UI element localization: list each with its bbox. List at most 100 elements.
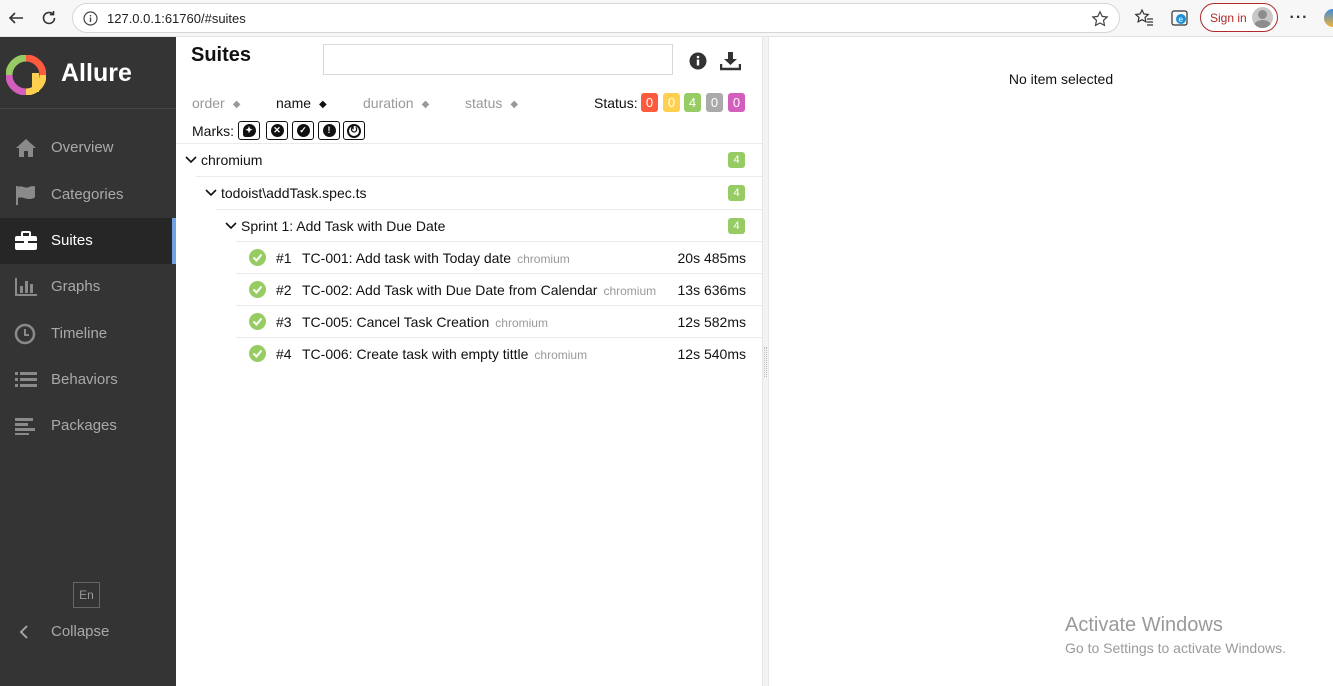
- sidebar-item-packages[interactable]: Packages: [0, 403, 176, 449]
- brand-name: Allure: [61, 59, 132, 87]
- mark-new-failed-button[interactable]: ✕: [266, 121, 288, 140]
- flag-icon: [16, 186, 35, 205]
- status-filter-skipped[interactable]: 0: [706, 93, 723, 112]
- list-icon: [15, 372, 37, 387]
- passed-status-icon: [249, 313, 266, 330]
- times-circle-icon: ✕: [270, 124, 284, 137]
- test-number: #4: [276, 346, 292, 362]
- sidebar-item-label: Graphs: [51, 278, 101, 295]
- tree-group-name: todoist\addTask.spec.ts: [221, 185, 367, 201]
- allure-logo-icon: [6, 55, 46, 95]
- sort-by-duration[interactable]: duration ◆: [363, 95, 429, 111]
- edge-collections-icon[interactable]: e: [1170, 8, 1190, 28]
- test-row[interactable]: #1 TC-001: Add task with Today date chrom…: [236, 241, 762, 273]
- sign-in-label: Sign in: [1210, 11, 1247, 25]
- test-duration: 12s 582ms: [677, 314, 746, 330]
- watermark-title: Activate Windows: [1065, 614, 1223, 636]
- language-switcher[interactable]: En: [73, 582, 100, 608]
- test-number: #1: [276, 250, 292, 266]
- search-input[interactable]: [323, 44, 673, 75]
- clock-icon: [14, 323, 36, 345]
- bar-chart-icon: [15, 278, 37, 296]
- pane-resize-handle[interactable]: [762, 37, 769, 686]
- sidebar-item-label: Packages: [51, 417, 117, 434]
- test-duration: 20s 485ms: [677, 250, 746, 266]
- sort-caret-icon: ◆: [510, 99, 519, 110]
- test-name: TC-005: Cancel Task Creation chromium: [302, 314, 548, 330]
- sort-caret-icon: ◆: [319, 99, 327, 110]
- svg-text:e: e: [1179, 15, 1184, 24]
- sort-by-status[interactable]: status ◆: [465, 95, 518, 111]
- test-tag: chromium: [534, 348, 588, 362]
- sidebar-item-categories[interactable]: Categories: [0, 172, 176, 218]
- test-row[interactable]: #4 TC-006: Create task with empty tittle…: [236, 337, 762, 369]
- sidebar-item-label: Behaviors: [51, 371, 118, 388]
- address-bar[interactable]: 127.0.0.1:61760/#suites: [72, 3, 1120, 33]
- test-row[interactable]: #2 TC-002: Add Task with Due Date from C…: [236, 273, 762, 305]
- sort-caret-icon: ◆: [421, 99, 430, 110]
- more-menu-icon[interactable]: ···: [1287, 6, 1311, 30]
- sidebar: Allure Overview Categories Suites Graphs…: [0, 37, 176, 686]
- sign-in-button[interactable]: Sign in: [1200, 3, 1278, 32]
- status-filter-failed[interactable]: 0: [641, 93, 658, 112]
- mark-new-broken-button[interactable]: !: [318, 121, 340, 140]
- status-filter-unknown[interactable]: 0: [728, 93, 745, 112]
- exclamation-circle-icon: !: [322, 124, 336, 137]
- drag-grip-icon: [764, 347, 767, 377]
- tree-group-chromium[interactable]: chromium 4: [176, 143, 762, 176]
- refresh-icon: ↻: [347, 123, 361, 138]
- sidebar-item-behaviors[interactable]: Behaviors: [0, 357, 176, 403]
- browser-toolbar: 127.0.0.1:61760/#suites e Sign in ···: [0, 0, 1333, 37]
- collapse-button[interactable]: Collapse: [0, 609, 176, 655]
- passed-status-icon: [249, 345, 266, 362]
- count-badge: 4: [728, 185, 745, 201]
- align-left-icon: [15, 418, 35, 435]
- collapse-label: Collapse: [51, 623, 110, 640]
- test-tag: chromium: [603, 284, 657, 298]
- copilot-icon[interactable]: [1324, 9, 1333, 27]
- sidebar-item-overview[interactable]: Overview: [0, 125, 176, 171]
- test-duration: 12s 540ms: [677, 346, 746, 362]
- info-icon[interactable]: [689, 52, 707, 70]
- sidebar-item-timeline[interactable]: Timeline: [0, 311, 176, 357]
- favorite-star-icon[interactable]: [1091, 10, 1109, 28]
- reload-button[interactable]: [37, 6, 61, 30]
- sort-by-name[interactable]: name ◆: [276, 95, 327, 111]
- download-icon[interactable]: [720, 51, 741, 71]
- test-tag: chromium: [495, 316, 548, 330]
- test-name: TC-006: Create task with empty tittle chr…: [302, 346, 588, 362]
- detail-pane: No item selected Activate Windows Go to …: [769, 37, 1333, 686]
- test-name: TC-002: Add Task with Due Date from Cale…: [302, 282, 657, 298]
- home-icon: [16, 139, 36, 157]
- test-number: #3: [276, 314, 292, 330]
- briefcase-icon: [15, 231, 37, 250]
- sidebar-item-label: Suites: [51, 232, 93, 249]
- chevron-left-icon: [19, 625, 28, 639]
- back-arrow-icon: [8, 12, 23, 24]
- tree-group-spec-file[interactable]: todoist\addTask.spec.ts 4: [196, 176, 762, 209]
- tree-group-suite[interactable]: Sprint 1: Add Task with Due Date 4: [216, 209, 762, 242]
- sidebar-item-suites[interactable]: Suites: [0, 218, 176, 264]
- sidebar-item-graphs[interactable]: Graphs: [0, 264, 176, 310]
- mark-new-passed-button[interactable]: ✓: [292, 121, 314, 140]
- url-text: 127.0.0.1:61760/#suites: [107, 11, 246, 26]
- info-icon[interactable]: [83, 11, 98, 26]
- empty-state-text: No item selected: [1008, 71, 1114, 87]
- reload-icon: [42, 11, 56, 25]
- favorites-icon[interactable]: [1134, 8, 1154, 28]
- status-filter-label: Status:: [594, 95, 638, 111]
- back-button[interactable]: [4, 6, 28, 30]
- marks-label: Marks:: [192, 123, 234, 139]
- mark-flaky-button[interactable]: ✦: [238, 121, 260, 140]
- passed-status-icon: [249, 281, 266, 298]
- sort-caret-icon: ◆: [232, 99, 241, 110]
- sort-by-order[interactable]: order ◆: [192, 95, 240, 111]
- check-circle-icon: ✓: [296, 124, 310, 137]
- count-badge: 4: [728, 218, 745, 234]
- test-name: TC-001: Add task with Today date chromium: [302, 250, 570, 266]
- chevron-down-icon: [185, 156, 197, 164]
- mark-retries-button[interactable]: ↻: [343, 121, 365, 140]
- test-row[interactable]: #3 TC-005: Cancel Task Creation chromium …: [236, 305, 762, 337]
- status-filter-passed[interactable]: 4: [684, 93, 701, 112]
- status-filter-broken[interactable]: 0: [663, 93, 680, 112]
